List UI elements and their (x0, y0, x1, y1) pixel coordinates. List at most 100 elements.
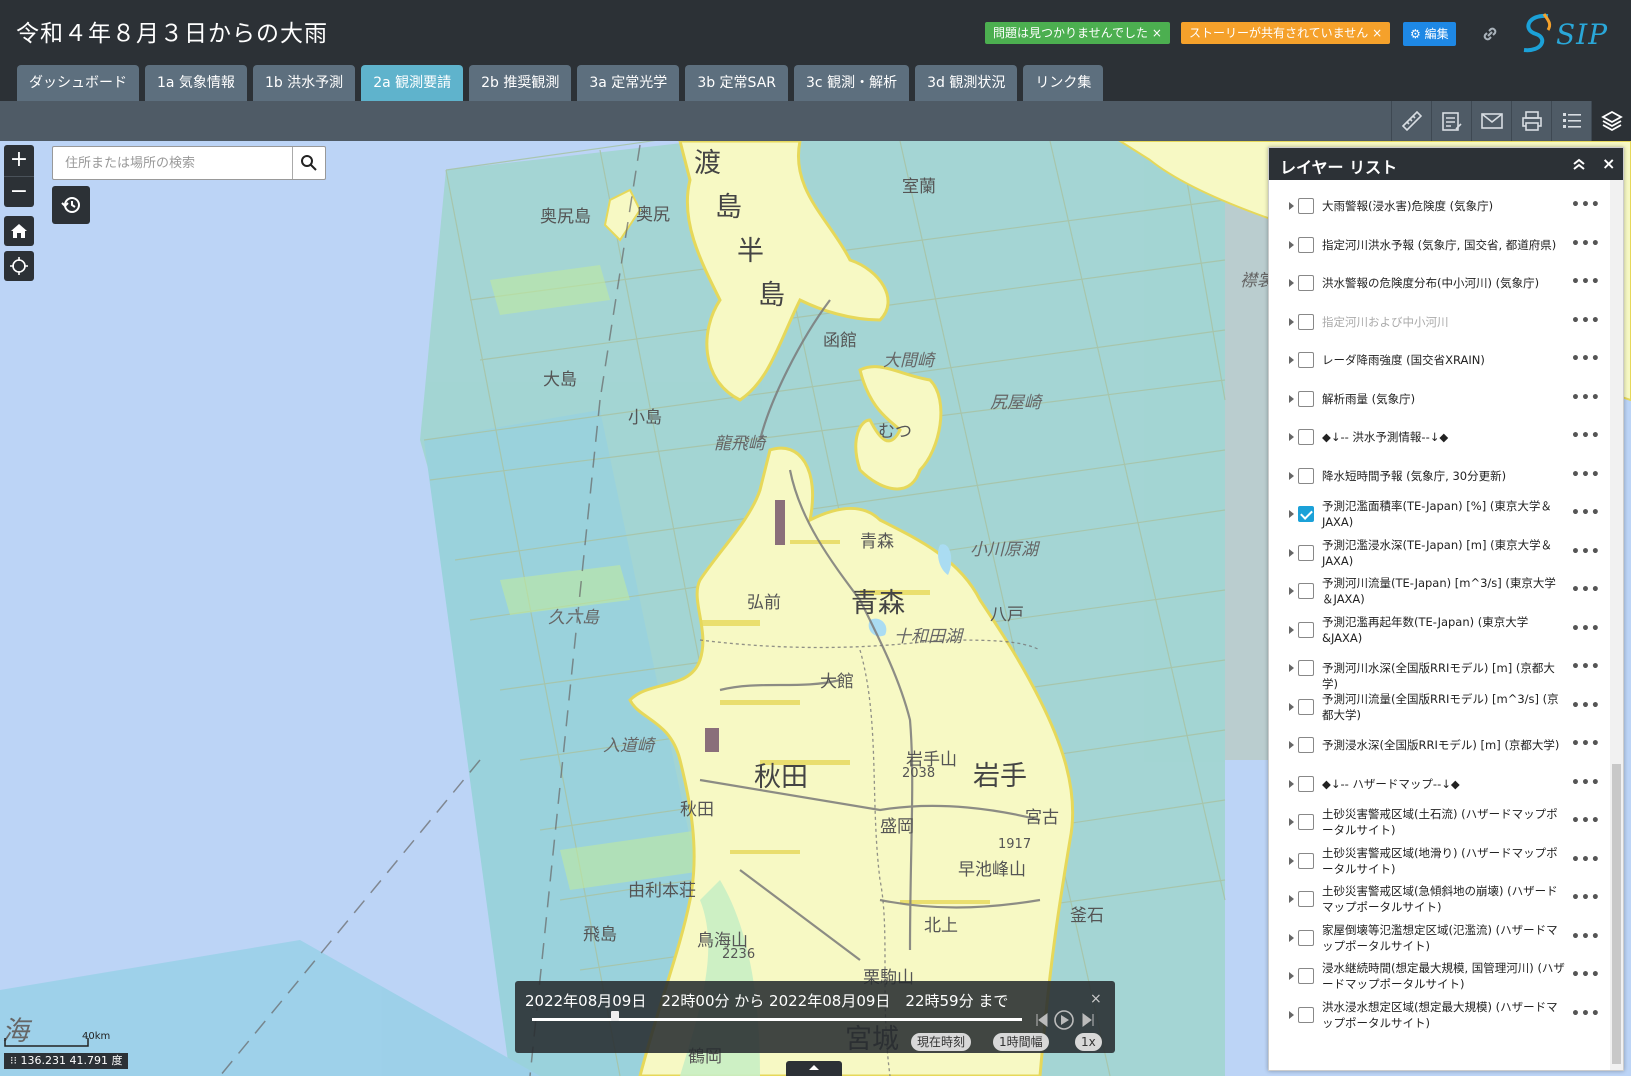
more-options-icon[interactable]: ••• (1571, 313, 1601, 329)
expand-caret-icon[interactable] (1289, 510, 1294, 518)
more-options-icon[interactable]: ••• (1571, 852, 1601, 868)
expand-caret-icon[interactable] (1289, 549, 1294, 557)
link-icon[interactable] (1478, 22, 1502, 46)
time-slider-close-button[interactable]: × (1090, 991, 1102, 1007)
layer-checkbox[interactable] (1298, 506, 1314, 522)
close-panel-button[interactable]: × (1602, 154, 1615, 173)
expand-caret-icon[interactable] (1289, 703, 1294, 711)
layer-checkbox[interactable] (1298, 545, 1314, 561)
more-options-icon[interactable]: ••• (1571, 659, 1601, 675)
more-options-icon[interactable]: ••• (1571, 390, 1601, 406)
expand-caret-icon[interactable] (1289, 895, 1294, 903)
expand-caret-icon[interactable] (1289, 664, 1294, 672)
layer-checkbox[interactable] (1298, 814, 1314, 830)
more-options-icon[interactable]: ••• (1571, 890, 1601, 906)
expand-caret-icon[interactable] (1289, 241, 1294, 249)
more-options-icon[interactable]: ••• (1571, 274, 1601, 290)
expand-caret-icon[interactable] (1289, 472, 1294, 480)
layer-checkbox[interactable] (1298, 699, 1314, 715)
mail-tool-button[interactable] (1471, 101, 1511, 141)
more-options-icon[interactable]: ••• (1571, 1006, 1601, 1022)
expand-caret-icon[interactable] (1289, 318, 1294, 326)
more-options-icon[interactable]: ••• (1571, 736, 1601, 752)
scroll-thumb[interactable] (1612, 764, 1621, 1064)
tab-dashboard[interactable]: ダッシュボード (17, 65, 139, 101)
layer-checkbox[interactable] (1298, 776, 1314, 792)
expand-caret-icon[interactable] (1289, 934, 1294, 942)
layer-checkbox[interactable] (1298, 583, 1314, 599)
problems-badge[interactable]: 問題は見つかりませんでした × (985, 22, 1170, 44)
layer-checkbox[interactable] (1298, 237, 1314, 253)
more-options-icon[interactable]: ••• (1571, 621, 1601, 637)
layer-list-scrollbar[interactable] (1610, 180, 1623, 1070)
layer-checkbox[interactable] (1298, 737, 1314, 753)
expand-caret-icon[interactable] (1289, 741, 1294, 749)
time-thumb[interactable] (611, 1011, 620, 1021)
tab-2b[interactable]: 2b 推奨観測 (469, 65, 572, 101)
layer-checkbox[interactable] (1298, 429, 1314, 445)
time-width-button[interactable]: 1時間幅 (993, 1033, 1049, 1051)
edit-tool-button[interactable] (1431, 101, 1471, 141)
more-options-icon[interactable]: ••• (1571, 967, 1601, 983)
expand-caret-icon[interactable] (1289, 433, 1294, 441)
more-options-icon[interactable]: ••• (1571, 505, 1601, 521)
layer-checkbox[interactable] (1298, 930, 1314, 946)
tab-links[interactable]: リンク集 (1023, 65, 1104, 101)
story-badge[interactable]: ストーリーが共有されていません × (1181, 22, 1391, 44)
measure-tool-button[interactable] (1391, 101, 1431, 141)
tab-3c[interactable]: 3c 観測・解析 (794, 65, 910, 101)
layer-checkbox[interactable] (1298, 275, 1314, 291)
search-input[interactable] (53, 147, 293, 179)
tab-3d[interactable]: 3d 観測状況 (915, 65, 1018, 101)
expand-caret-icon[interactable] (1289, 780, 1294, 788)
expand-caret-icon[interactable] (1289, 395, 1294, 403)
more-options-icon[interactable]: ••• (1571, 351, 1601, 367)
expand-caret-icon[interactable] (1289, 356, 1294, 364)
layer-checkbox[interactable] (1298, 352, 1314, 368)
locate-button[interactable] (4, 251, 34, 281)
step-forward-icon[interactable] (1081, 1012, 1095, 1031)
more-options-icon[interactable]: ••• (1571, 428, 1601, 444)
layer-checkbox[interactable] (1298, 314, 1314, 330)
tab-3b[interactable]: 3b 定常SAR (685, 65, 789, 101)
legend-tool-button[interactable] (1551, 101, 1591, 141)
more-options-icon[interactable]: ••• (1571, 813, 1601, 829)
layer-checkbox[interactable] (1298, 891, 1314, 907)
expand-bottom-panel-button[interactable] (786, 1061, 842, 1076)
more-options-icon[interactable]: ••• (1571, 775, 1601, 791)
layer-checkbox[interactable] (1298, 853, 1314, 869)
zoom-in-button[interactable]: + (4, 145, 34, 175)
layer-checkbox[interactable] (1298, 660, 1314, 676)
expand-caret-icon[interactable] (1289, 857, 1294, 865)
more-options-icon[interactable]: ••• (1571, 929, 1601, 945)
print-tool-button[interactable] (1511, 101, 1551, 141)
more-options-icon[interactable]: ••• (1571, 544, 1601, 560)
more-options-icon[interactable]: ••• (1571, 236, 1601, 252)
layer-checkbox[interactable] (1298, 1007, 1314, 1023)
time-track[interactable] (532, 1018, 1022, 1021)
step-back-icon[interactable] (1035, 1012, 1049, 1031)
edit-button[interactable]: ⚙ 編集 (1403, 22, 1456, 46)
layers-tool-button[interactable] (1591, 101, 1631, 141)
speed-button[interactable]: 1x (1075, 1033, 1102, 1051)
more-options-icon[interactable]: ••• (1571, 197, 1601, 213)
expand-caret-icon[interactable] (1289, 279, 1294, 287)
play-icon[interactable] (1053, 1009, 1075, 1035)
zoom-out-button[interactable]: − (4, 176, 34, 206)
home-button[interactable] (4, 216, 34, 246)
expand-caret-icon[interactable] (1289, 972, 1294, 980)
more-options-icon[interactable]: ••• (1571, 582, 1601, 598)
layer-checkbox[interactable] (1298, 968, 1314, 984)
tab-1a[interactable]: 1a 気象情報 (145, 65, 247, 101)
tab-3a[interactable]: 3a 定常光学 (577, 65, 680, 101)
more-options-icon[interactable]: ••• (1571, 698, 1601, 714)
expand-caret-icon[interactable] (1289, 818, 1294, 826)
expand-caret-icon[interactable] (1289, 587, 1294, 595)
search-button[interactable] (292, 147, 325, 179)
expand-caret-icon[interactable] (1289, 626, 1294, 634)
layer-checkbox[interactable] (1298, 391, 1314, 407)
layer-checkbox[interactable] (1298, 198, 1314, 214)
layer-checkbox[interactable] (1298, 622, 1314, 638)
tab-1b[interactable]: 1b 洪水予測 (252, 65, 356, 101)
more-options-icon[interactable]: ••• (1571, 467, 1601, 483)
